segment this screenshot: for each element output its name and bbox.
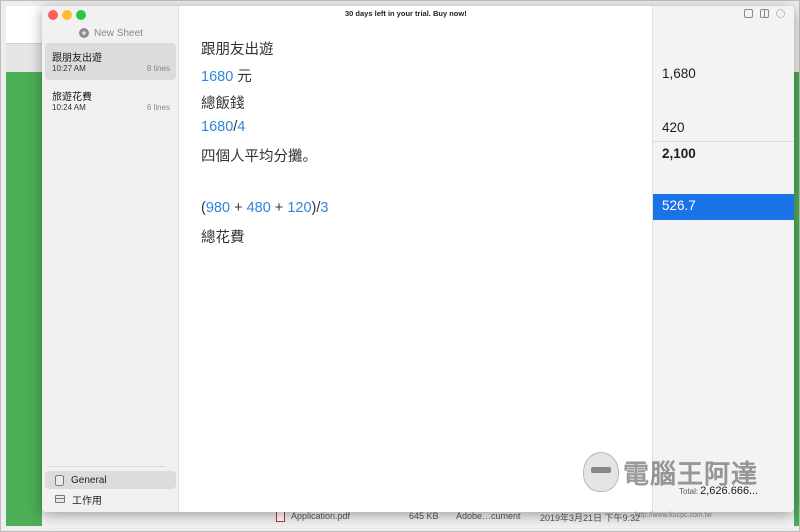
number-token: 480 [246,200,271,216]
pdf-file-icon [276,511,285,522]
background-file-name: Application.pdf [291,511,351,521]
result-line-5-subtotal[interactable]: 2,100 [662,146,696,161]
results-column: 1,680 420 2,100 526.7 Total: 2,626.666... [652,6,794,512]
group-item-work[interactable]: 工作用 [45,490,176,508]
operator-token: + [270,200,288,216]
editor-line-1[interactable]: 跟朋友出遊 [201,38,274,59]
sheet-title: 旅遊花費 [52,92,92,103]
trial-banner[interactable]: 30 days left in your trial. Buy now! [345,9,467,18]
number-token: 4 [237,119,246,135]
site-watermark: 電腦王阿達 [583,452,758,492]
unit-token: 元 [233,69,252,85]
background-window-row [6,44,42,72]
minimize-window-button[interactable] [62,10,72,20]
close-window-button[interactable] [48,10,58,20]
result-line-2[interactable]: 1,680 [662,66,696,81]
sheet-line-count: 6 lines [146,103,170,112]
sheet-item[interactable]: 旅遊花費 10:24 AM 6 lines [45,82,176,119]
mascot-icon [583,452,619,492]
background-file-kind: Adobe…cument [456,511,521,521]
box-icon [55,495,65,503]
background-window-toolbar [6,6,42,44]
background-window-green-area [6,72,42,526]
result-line-7-selected[interactable]: 526.7 [653,194,794,220]
watermark-text: 電腦王阿達 [623,459,759,490]
number-token: 1680 [201,69,234,85]
background-file-date: 2019年3月21日 下午9:32 [540,513,641,523]
sheet-time: 10:24 AM [52,103,86,112]
sheet-time: 10:27 AM [52,64,86,73]
cylinder-icon [55,474,64,486]
sheet-line-count: 8 lines [146,64,170,73]
group-item-general[interactable]: General [45,471,176,489]
editor-line-3[interactable]: 總飯錢 [201,92,245,113]
new-sheet-label: New Sheet [94,27,143,39]
sheet-item-selected[interactable]: 跟朋友出遊 10:27 AM 8 lines [45,43,176,80]
watermark-url: http://www.kocpc.com.tw [635,512,712,519]
sidebar-divider [49,466,165,467]
sheet-title: 跟朋友出遊 [52,53,102,64]
gear-icon[interactable] [776,9,785,18]
editor-line-5[interactable]: 四個人平均分攤。 [201,145,317,166]
soulver-window: + New Sheet 跟朋友出遊 10:27 AM 8 lines 旅遊花費 … [42,6,794,512]
editor-line-7[interactable]: (980 + 480 + 120)/3 [201,200,328,216]
sidebar: + New Sheet 跟朋友出遊 10:27 AM 8 lines 旅遊花費 … [42,6,179,512]
number-token: 1680 [201,119,234,135]
toolbar-icons [744,9,785,18]
editor-line-2[interactable]: 1680 元 [201,65,252,86]
new-sheet-button[interactable]: + New Sheet [79,26,143,40]
editor-line-8[interactable]: 總花費 [201,226,245,247]
result-value: 526.7 [662,198,696,213]
sheet-editor[interactable]: 30 days left in your trial. Buy now! 跟朋友… [179,6,652,512]
number-token: 120 [287,200,312,216]
result-separator [653,141,794,142]
result-line-4[interactable]: 420 [662,120,685,135]
sidebar-toggle-icon[interactable] [744,9,753,18]
number-token: 3 [320,200,329,216]
group-label: General [71,474,107,486]
zoom-window-button[interactable] [76,10,86,20]
editor-line-4[interactable]: 1680/4 [201,119,245,135]
number-token: 980 [205,200,231,216]
group-label: 工作用 [72,495,102,507]
plus-circle-icon: + [79,28,89,38]
operator-token: + [230,200,247,216]
background-file-size: 645 KB [409,511,439,521]
book-icon[interactable] [760,9,769,18]
